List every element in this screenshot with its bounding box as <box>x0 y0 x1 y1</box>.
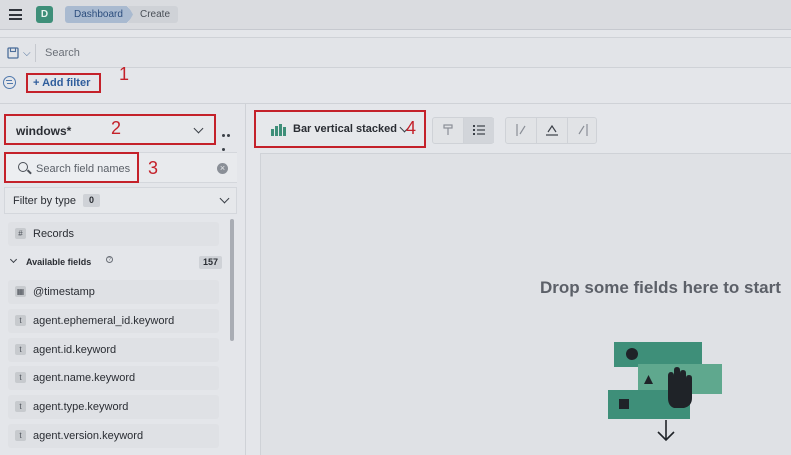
field-item[interactable]: ▦ @timestamp <box>8 280 219 304</box>
available-fields-label: Available fields <box>26 257 92 267</box>
bottom-axis-button[interactable] <box>537 118 567 143</box>
legend-hidden-icon <box>443 124 453 135</box>
field-item[interactable]: t agent.id.keyword <box>8 338 219 362</box>
clear-icon[interactable]: × <box>217 163 228 174</box>
chevron-down-icon <box>9 255 18 264</box>
menu-icon[interactable] <box>9 9 22 20</box>
field-name: @timestamp <box>33 286 95 298</box>
add-filter-button[interactable]: + Add filter <box>26 73 101 93</box>
saved-query-button[interactable]: ⌵ <box>4 44 36 62</box>
filter-by-type-label: Filter by type <box>13 195 76 207</box>
date-type-icon: ▦ <box>15 286 26 297</box>
left-axis-icon <box>516 124 526 136</box>
filter-icon[interactable] <box>3 76 16 89</box>
records-field[interactable]: # Records <box>8 222 219 246</box>
string-type-icon: t <box>15 430 26 441</box>
search-input[interactable]: Search <box>45 47 80 59</box>
right-axis-icon <box>578 124 588 136</box>
breadcrumb-create: Create <box>128 6 178 23</box>
info-icon[interactable]: ? <box>106 256 113 263</box>
filter-count-badge: 0 <box>83 194 100 207</box>
legend-options-group <box>432 117 494 144</box>
string-type-icon: t <box>15 372 26 383</box>
list-icon <box>473 125 485 135</box>
field-item[interactable]: t agent.name.keyword <box>8 366 219 390</box>
square-shape <box>619 399 629 409</box>
annotation-1: 1 <box>119 64 130 84</box>
chevron-down-icon <box>193 123 204 134</box>
top-header: D Dashboard Create <box>0 0 791 30</box>
panel-divider <box>245 104 246 455</box>
field-name: agent.name.keyword <box>33 372 136 384</box>
field-name: agent.type.keyword <box>33 401 129 413</box>
annotation-3: 3 <box>148 158 159 178</box>
field-search-input[interactable]: Search field names <box>4 152 139 183</box>
sidebar-scrollbar[interactable] <box>230 219 234 341</box>
bottom-axis-icon <box>546 124 558 136</box>
space-avatar[interactable]: D <box>36 6 53 23</box>
index-pattern-selector[interactable]: windows* <box>4 114 216 145</box>
chevron-down-icon: ⌵ <box>23 48 31 59</box>
field-name: agent.ephemeral_id.keyword <box>33 315 175 327</box>
number-type-icon: # <box>15 228 26 239</box>
empty-workspace-message: Drop some fields here to start <box>540 278 781 297</box>
axis-options-group <box>505 117 597 144</box>
chevron-down-icon <box>219 193 230 204</box>
search-icon <box>18 162 28 172</box>
chart-type-switcher[interactable]: Bar vertical stacked <box>254 110 426 148</box>
field-item[interactable]: t agent.version.keyword <box>8 424 219 448</box>
drag-drop-illustration <box>608 342 722 442</box>
chart-type-label: Bar vertical stacked <box>293 123 397 135</box>
index-pattern-label: windows* <box>16 124 72 138</box>
string-type-icon: t <box>15 315 26 326</box>
field-search-placeholder: Search field names <box>36 163 131 175</box>
legend-list-button[interactable] <box>464 118 494 143</box>
field-name: agent.version.keyword <box>33 430 144 442</box>
left-axis-button[interactable] <box>506 118 536 143</box>
field-name: agent.id.keyword <box>33 344 117 356</box>
annotation-2: 2 <box>111 118 122 138</box>
divider <box>0 103 791 104</box>
field-item[interactable]: t agent.type.keyword <box>8 395 219 419</box>
breadcrumb-dashboard[interactable]: Dashboard <box>65 6 135 23</box>
field-name: Records <box>33 228 74 240</box>
annotation-4: 4 <box>406 118 417 138</box>
available-fields-count: 157 <box>199 256 223 269</box>
field-item[interactable]: t agent.ephemeral_id.keyword <box>8 309 219 333</box>
right-axis-button[interactable] <box>568 118 598 143</box>
legend-hidden-button[interactable] <box>433 118 463 143</box>
string-type-icon: t <box>15 401 26 412</box>
available-fields-header[interactable]: Available fields ? 157 <box>9 255 224 271</box>
save-icon <box>7 47 19 59</box>
bar-chart-icon <box>271 124 288 136</box>
circle-shape <box>626 348 638 360</box>
more-options-icon[interactable] <box>222 126 236 151</box>
string-type-icon: t <box>15 344 26 355</box>
filter-by-type-dropdown[interactable]: Filter by type 0 <box>4 187 237 214</box>
